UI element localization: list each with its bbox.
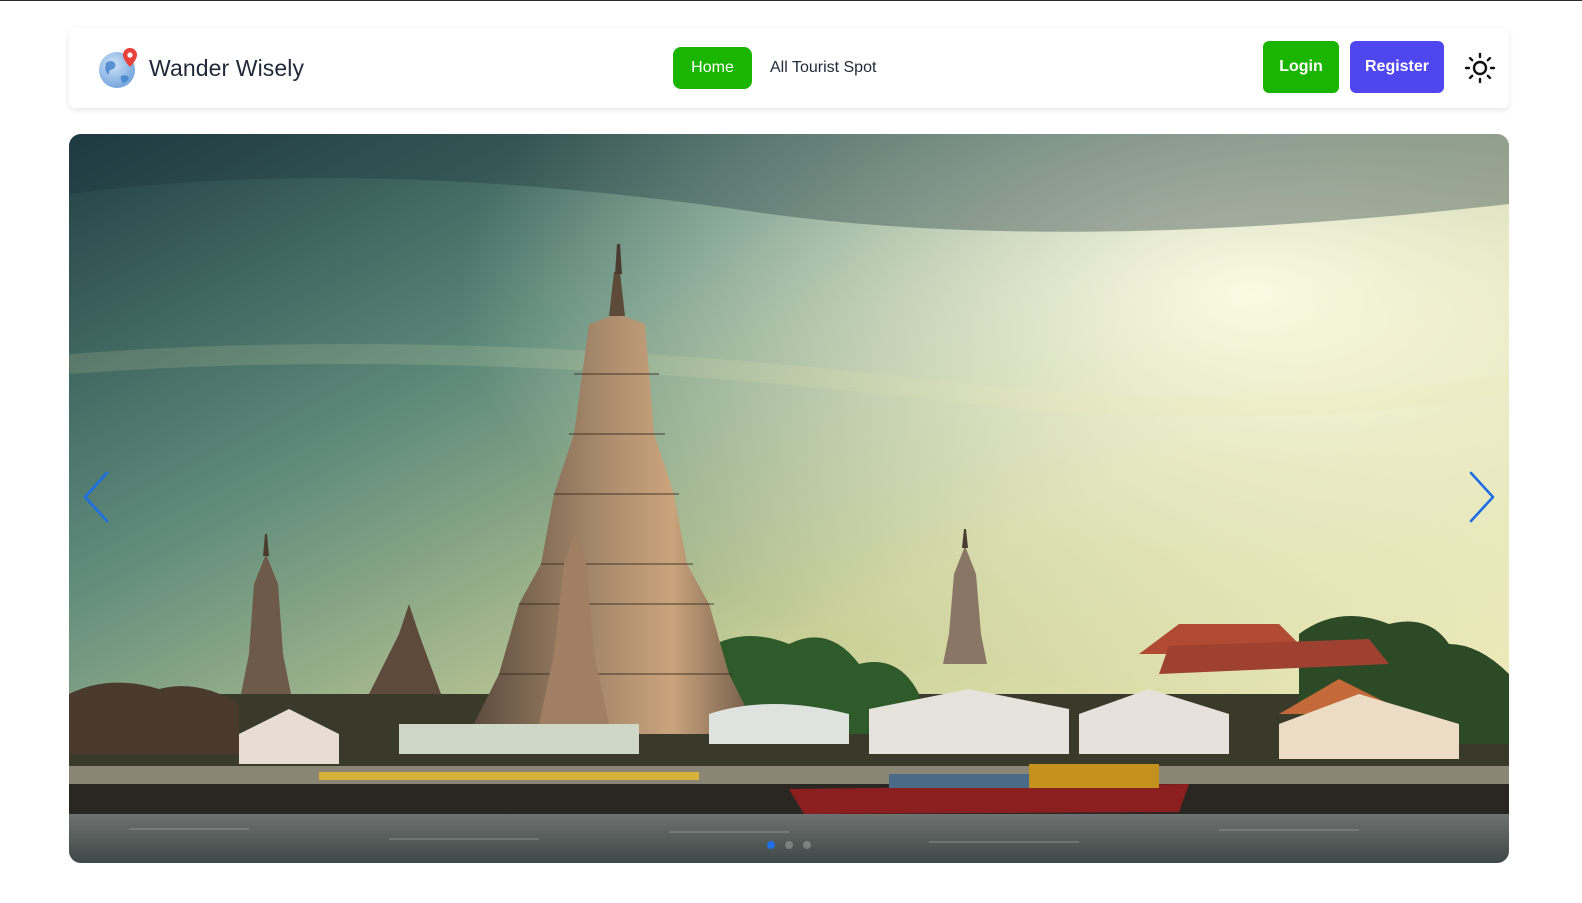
nav-links: Home All Tourist Spot — [673, 46, 876, 90]
pagination-dot-2[interactable] — [785, 841, 793, 849]
login-button[interactable]: Login — [1263, 41, 1339, 93]
nav-home-link[interactable]: Home — [673, 47, 752, 89]
brand-name: Wander Wisely — [149, 54, 305, 81]
pagination-dot-3[interactable] — [803, 841, 811, 849]
nav-all-tourist-spot-link[interactable]: All Tourist Spot — [770, 59, 876, 77]
slide-image-temple — [69, 134, 1509, 863]
register-button[interactable]: Register — [1350, 41, 1444, 93]
carousel-next-button[interactable] — [1467, 470, 1497, 524]
pagination-dot-1[interactable] — [767, 841, 775, 849]
carousel-prev-button[interactable] — [81, 470, 111, 524]
sun-icon — [1464, 52, 1496, 84]
chevron-left-icon — [83, 471, 109, 523]
navbar: Wander Wisely Home All Tourist Spot Logi… — [69, 28, 1509, 108]
carousel-pagination — [69, 841, 1509, 849]
chevron-right-icon — [1469, 471, 1495, 523]
globe-location-icon — [99, 48, 137, 88]
hero-carousel — [69, 134, 1509, 863]
theme-toggle-button[interactable] — [1464, 52, 1496, 84]
brand[interactable]: Wander Wisely — [97, 46, 304, 90]
